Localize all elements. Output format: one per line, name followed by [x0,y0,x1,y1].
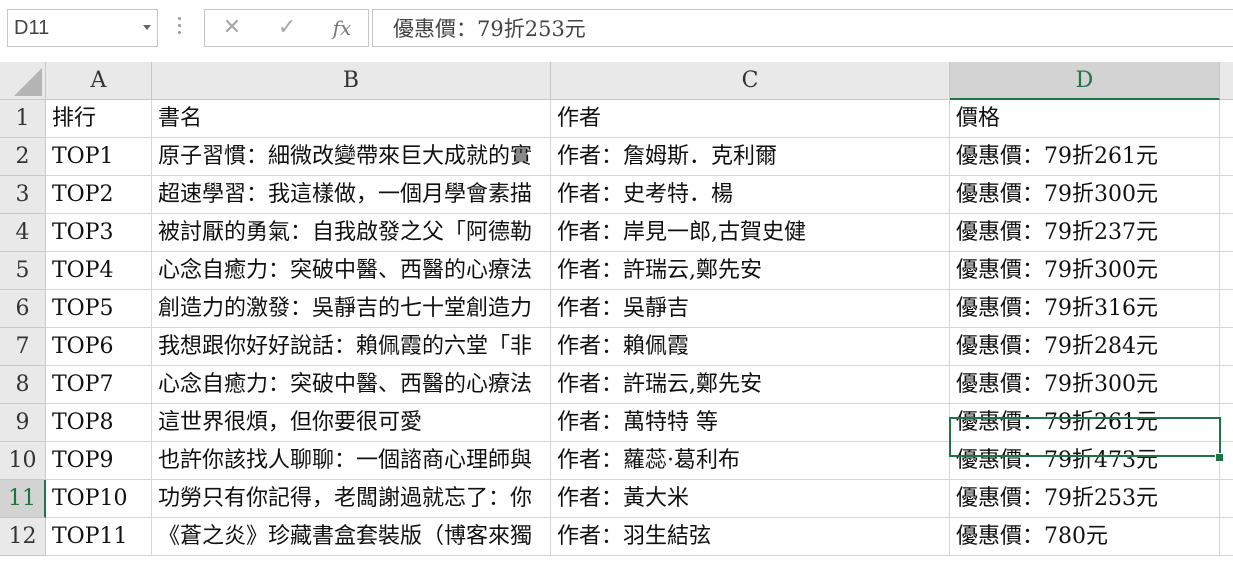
cell-a8[interactable]: TOP7 [46,366,152,404]
name-box[interactable]: D11 [7,9,158,47]
cell-b7[interactable]: 我想跟你好好說話：賴佩霞的六堂「非 [152,328,551,366]
cell-c7[interactable]: 作者：賴佩霞 [551,328,950,366]
row-header-8[interactable]: 8 [0,366,46,404]
cell-c4[interactable]: 作者：岸見一郎,古賀史健 [551,214,950,252]
formula-buttons: ✕ ✓ fx [204,9,369,47]
cell-d6[interactable]: 優惠價：79折316元 [950,290,1220,328]
row-header-6[interactable]: 6 [0,290,46,328]
cell-c12[interactable]: 作者：羽生結弦 [551,518,950,556]
cell-b11[interactable]: 功勞只有你記得，老闆謝過就忘了：你 [152,480,551,518]
cell-c8[interactable]: 作者：許瑞云,鄭先安 [551,366,950,404]
row-header-5[interactable]: 5 [0,252,46,290]
row-header-12[interactable]: 12 [0,518,46,556]
cell-e5[interactable] [1220,252,1233,290]
row-header-10[interactable]: 10 [0,442,46,480]
cell-a10[interactable]: TOP9 [46,442,152,480]
cell-c10[interactable]: 作者：蘿蕊·葛利布 [551,442,950,480]
cell-c6[interactable]: 作者：吳靜吉 [551,290,950,328]
cell-a4[interactable]: TOP3 [46,214,152,252]
column-header-d[interactable]: D [950,62,1220,100]
cell-e3[interactable] [1220,176,1233,214]
cell-e4[interactable] [1220,214,1233,252]
cell-e11[interactable] [1220,480,1233,518]
cell-d8[interactable]: 優惠價：79折300元 [950,366,1220,404]
cell-c11[interactable]: 作者：黃大米 [551,480,950,518]
row-header-11[interactable]: 11 [0,480,46,518]
column-header-e[interactable] [1220,62,1233,100]
cell-d4[interactable]: 優惠價：79折237元 [950,214,1220,252]
row-header-7[interactable]: 7 [0,328,46,366]
cell-d5[interactable]: 優惠價：79折300元 [950,252,1220,290]
cell-e6[interactable] [1220,290,1233,328]
row-header-4[interactable]: 4 [0,214,46,252]
select-all-button[interactable] [0,62,46,100]
formula-bar: D11 ✕ ✓ fx 優惠價：79折253元 [0,0,1233,60]
column-header-b[interactable]: B [152,62,551,100]
row-header-2[interactable]: 2 [0,138,46,176]
select-all-icon [14,68,42,96]
cell-d3[interactable]: 優惠價：79折300元 [950,176,1220,214]
cell-c5[interactable]: 作者：許瑞云,鄭先安 [551,252,950,290]
cell-e12[interactable] [1220,518,1233,556]
cell-a1[interactable]: 排行 [46,100,152,138]
name-box-value: D11 [14,17,50,39]
row-header-9[interactable]: 9 [0,404,46,442]
cell-c3[interactable]: 作者：史考特．楊 [551,176,950,214]
cell-e7[interactable] [1220,328,1233,366]
check-icon[interactable]: ✓ [262,10,312,46]
cell-c2[interactable]: 作者：詹姆斯．克利爾 [551,138,950,176]
cell-e8[interactable] [1220,366,1233,404]
cell-b2[interactable]: 原子習慣：細微改變帶來巨大成就的實 [152,138,551,176]
cell-a3[interactable]: TOP2 [46,176,152,214]
cell-d1[interactable]: 價格 [950,100,1220,138]
cell-a9[interactable]: TOP8 [46,404,152,442]
chevron-down-icon[interactable] [143,25,151,30]
column-header-c[interactable]: C [551,62,950,100]
cell-b3[interactable]: 超速學習：我這樣做，一個月學會素描 [152,176,551,214]
cell-e1[interactable] [1220,100,1233,138]
cell-a12[interactable]: TOP11 [46,518,152,556]
cell-a7[interactable]: TOP6 [46,328,152,366]
cell-b4[interactable]: 被討厭的勇氣：自我啟發之父「阿德勒 [152,214,551,252]
cell-d10[interactable]: 優惠價：79折473元 [950,442,1220,480]
cell-b1[interactable]: 書名 [152,100,551,138]
cell-e2[interactable] [1220,138,1233,176]
cell-c9[interactable]: 作者：萬特特 等 [551,404,950,442]
cell-b9[interactable]: 這世界很煩，但你要很可愛 [152,404,551,442]
cell-b6[interactable]: 創造力的激發：吳靜吉的七十堂創造力 [152,290,551,328]
cell-d11[interactable]: 優惠價：79折253元 [950,480,1220,518]
row-header-1[interactable]: 1 [0,100,46,138]
cell-b10[interactable]: 也許你該找人聊聊：一個諮商心理師與 [152,442,551,480]
cell-a5[interactable]: TOP4 [46,252,152,290]
row-header-3[interactable]: 3 [0,176,46,214]
cell-c1[interactable]: 作者 [551,100,950,138]
insert-function-icon[interactable]: fx [317,10,367,46]
cell-a2[interactable]: TOP1 [46,138,152,176]
cell-b12[interactable]: 《蒼之炎》珍藏書盒套裝版（博客來獨 [152,518,551,556]
cell-b8[interactable]: 心念自癒力：突破中醫、西醫的心療法 [152,366,551,404]
formula-input[interactable]: 優惠價：79折253元 [372,9,1233,47]
cell-a6[interactable]: TOP5 [46,290,152,328]
cell-e10[interactable] [1220,442,1233,480]
cell-d9[interactable]: 優惠價：79折261元 [950,404,1220,442]
column-header-a[interactable]: A [46,62,152,100]
cancel-icon[interactable]: ✕ [207,10,257,46]
cell-e9[interactable] [1220,404,1233,442]
cell-d7[interactable]: 優惠價：79折284元 [950,328,1220,366]
cell-a11[interactable]: TOP10 [46,480,152,518]
cell-b5[interactable]: 心念自癒力：突破中醫、西醫的心療法 [152,252,551,290]
drag-handle-icon[interactable] [175,14,183,40]
cell-d2[interactable]: 優惠價：79折261元 [950,138,1220,176]
cell-d12[interactable]: 優惠價：780元 [950,518,1220,556]
